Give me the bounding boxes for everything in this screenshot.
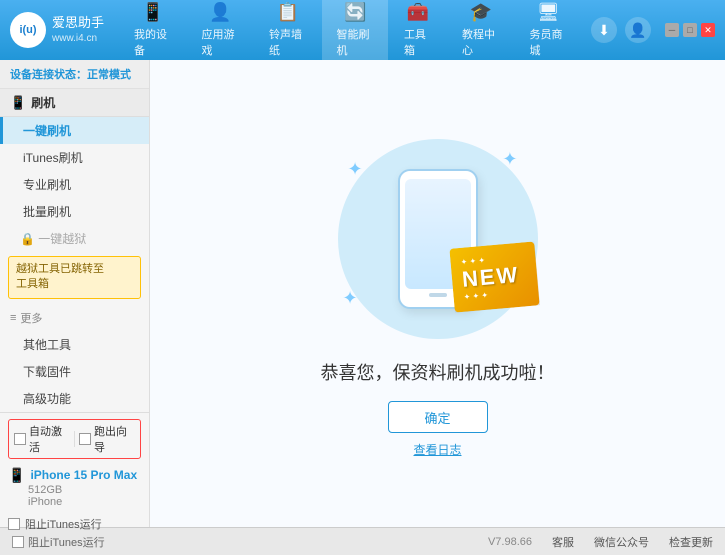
sparkle-1-icon: ✦ <box>348 159 363 180</box>
tab-tutorial[interactable]: 🎓 教程中心 <box>448 0 513 64</box>
itunes-checkbox[interactable] <box>8 518 20 530</box>
device-phone-icon: 📱 <box>8 467 25 484</box>
sparkle-3-icon: ✦ <box>343 288 358 309</box>
status-label: 设备连接状态： <box>10 69 87 81</box>
tutorial-icon: 🎓 <box>470 2 492 23</box>
download-button[interactable]: ⬇ <box>591 17 617 43</box>
tab-toolbox[interactable]: 🧰 工具箱 <box>390 0 446 64</box>
status-value: 正常模式 <box>87 69 131 81</box>
sidebar: 设备连接状态：正常模式 📱 刷机 一键刷机 iTunes刷机 专业刷机 批量刷机… <box>0 60 150 527</box>
sidebar-item-advanced[interactable]: 高级功能 <box>0 385 149 412</box>
auto-activate-label[interactable]: 自动激活 <box>14 423 70 455</box>
footer-left: 阻止iTunes运行 <box>12 534 105 550</box>
logo-line2: www.i4.cn <box>52 32 104 45</box>
sidebar-item-download-firmware[interactable]: 下载固件 <box>0 358 149 385</box>
sidebar-item-other-tools[interactable]: 其他工具 <box>0 331 149 358</box>
separator <box>74 431 75 447</box>
toolbox-icon: 🧰 <box>407 2 429 23</box>
footer-checkbox[interactable] <box>12 536 24 548</box>
tab-apps-games[interactable]: 👤 应用游戏 <box>187 0 252 64</box>
footer-support[interactable]: 客服 <box>552 534 574 550</box>
tab-business[interactable]: 🖥 务员商城 <box>516 0 581 64</box>
guide-restore-label[interactable]: 跑出向导 <box>79 423 135 455</box>
window-controls: ─ □ ✕ <box>665 23 715 37</box>
user-button[interactable]: 👤 <box>625 17 651 43</box>
sidebar-item-pro-flash[interactable]: 专业刷机 <box>0 171 149 198</box>
new-badge-text: NEW <box>461 262 520 293</box>
success-illustration: ✦ ✦ ✦ ✦ ✦ ✦ NEW ✦ ✦ ✦ <box>328 129 548 349</box>
itunes-row[interactable]: 阻止iTunes运行 <box>8 516 141 532</box>
footer-wechat[interactable]: 微信公众号 <box>594 534 649 550</box>
view-log-link[interactable]: 查看日志 <box>413 441 461 458</box>
logo-line1: 爱思助手 <box>52 15 104 32</box>
flash-group-header: 📱 刷机 <box>0 89 149 117</box>
itunes-label: 阻止iTunes运行 <box>25 516 102 532</box>
sidebar-notice: 越狱工具已跳转至 工具箱 <box>8 256 141 299</box>
sidebar-disabled-jailbreak: 🔒 一键越狱 <box>0 225 149 252</box>
flash-group-label: 刷机 <box>31 94 55 111</box>
sidebar-more-header: ≡ 更多 <box>0 305 149 331</box>
device-type: iPhone <box>8 496 141 508</box>
apps-games-icon: 👤 <box>209 2 231 23</box>
header-right: ⬇ 👤 ─ □ ✕ <box>591 17 715 43</box>
nav-tabs: 📱 我的设备 👤 应用游戏 📋 铃声墙纸 🔄 智能刷机 🧰 工具箱 🎓 教程中心… <box>120 0 581 64</box>
device-info: 📱 iPhone 15 Pro Max 512GB iPhone <box>8 463 141 512</box>
auto-activate-row: 自动激活 跑出向导 <box>8 419 141 459</box>
smart-flash-icon: 🔄 <box>344 2 366 23</box>
business-icon: 🖥 <box>537 2 560 23</box>
device-name: 📱 iPhone 15 Pro Max <box>8 467 141 484</box>
auto-activate-checkbox[interactable] <box>14 433 26 445</box>
new-banner: ✦ ✦ ✦ NEW ✦ ✦ ✦ <box>450 241 541 312</box>
my-device-icon: 📱 <box>142 2 164 23</box>
footer-itunes-label: 阻止iTunes运行 <box>28 534 105 550</box>
footer-check-update[interactable]: 检查更新 <box>669 534 713 550</box>
sidebar-bottom: 自动激活 跑出向导 📱 iPhone 15 Pro Max 512GB iPho… <box>0 412 149 538</box>
sidebar-item-one-click-flash[interactable]: 一键刷机 <box>0 117 149 144</box>
tab-ringtones[interactable]: 📋 铃声墙纸 <box>255 0 320 64</box>
guide-restore-checkbox[interactable] <box>79 433 91 445</box>
sidebar-item-batch-flash[interactable]: 批量刷机 <box>0 198 149 225</box>
logo-text: 爱思助手 www.i4.cn <box>52 15 104 45</box>
logo-icon: i(u) <box>10 12 46 48</box>
tab-smart-flash[interactable]: 🔄 智能刷机 <box>322 0 387 64</box>
main-content: ✦ ✦ ✦ ✦ ✦ ✦ NEW ✦ ✦ ✦ 恭喜您，保资料刷机成功啦！ 确定 查… <box>150 60 725 527</box>
more-section-label: 更多 <box>20 310 42 326</box>
close-button[interactable]: ✕ <box>701 23 715 37</box>
ringtones-icon: 📋 <box>277 2 299 23</box>
device-storage: 512GB <box>8 484 141 496</box>
maximize-button[interactable]: □ <box>683 23 697 37</box>
minimize-button[interactable]: ─ <box>665 23 679 37</box>
confirm-button[interactable]: 确定 <box>388 401 488 433</box>
app-header: i(u) 爱思助手 www.i4.cn 📱 我的设备 👤 应用游戏 📋 铃声墙纸… <box>0 0 725 60</box>
sidebar-status: 设备连接状态：正常模式 <box>0 60 149 89</box>
logo-area: i(u) 爱思助手 www.i4.cn <box>10 12 120 48</box>
sidebar-item-itunes-flash[interactable]: iTunes刷机 <box>0 144 149 171</box>
footer-version: V7.98.66 <box>488 536 532 548</box>
phone-home-button <box>429 293 447 297</box>
success-message: 恭喜您，保资料刷机成功啦！ <box>321 359 555 385</box>
more-section-icon: ≡ <box>10 312 16 324</box>
flash-group-icon: 📱 <box>10 95 26 111</box>
main-layout: 设备连接状态：正常模式 📱 刷机 一键刷机 iTunes刷机 专业刷机 批量刷机… <box>0 60 725 527</box>
sparkle-2-icon: ✦ <box>502 149 517 170</box>
tab-my-device[interactable]: 📱 我的设备 <box>120 0 185 64</box>
